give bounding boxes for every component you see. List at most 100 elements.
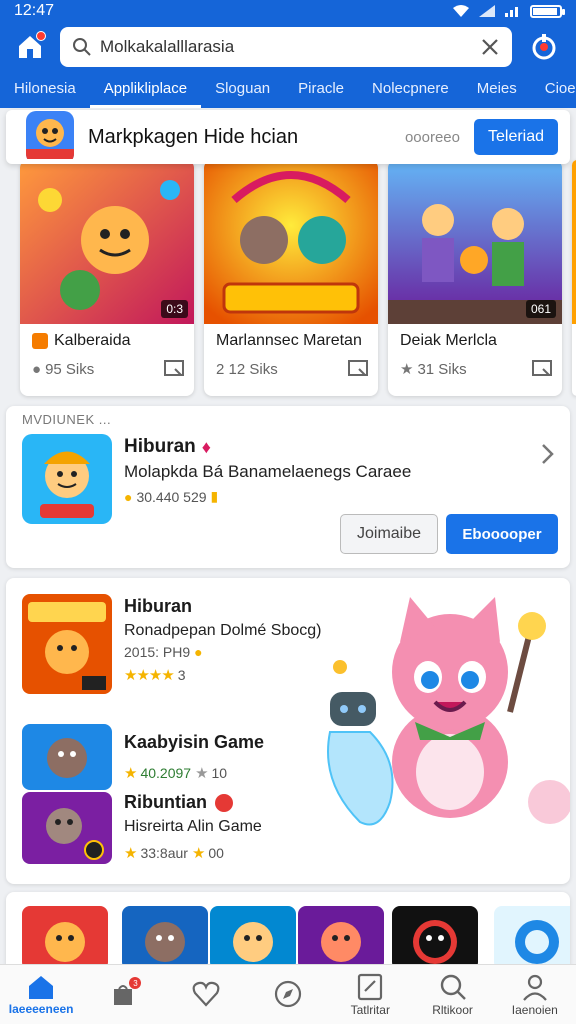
row-app-icon[interactable] bbox=[210, 906, 296, 970]
card-name: Deiak Merlcla bbox=[400, 332, 497, 349]
card-stats: ★ 31 Siks bbox=[388, 350, 562, 378]
card-name: Marlannsec Maretan bbox=[216, 332, 362, 349]
list-item-rating-row: ★ 33:8aur ★ 00 bbox=[124, 844, 224, 862]
nav-search[interactable]: Rltikoor bbox=[411, 965, 493, 1024]
list-item-rating: 10 bbox=[211, 765, 228, 781]
card-corner-badge: 0:3 bbox=[161, 300, 188, 318]
list-item-icon[interactable] bbox=[22, 594, 112, 699]
heart-icon bbox=[192, 981, 220, 1007]
nav-home[interactable]: Iaeeeeneen bbox=[0, 965, 82, 1024]
row-app-icon[interactable] bbox=[122, 906, 208, 970]
nav-label: Rltikoor bbox=[432, 1002, 473, 1017]
card-stat: 2 12 Siks bbox=[216, 360, 278, 378]
banner-title: Markpkagen Hide hcian bbox=[88, 125, 299, 148]
featured-count: 30.440 529 bbox=[136, 488, 207, 505]
list-item-rating-row: ★★★★ 3 bbox=[124, 666, 186, 684]
card-stat: 95 Siks bbox=[45, 360, 95, 378]
list-item-meta: 40.2097 bbox=[140, 765, 192, 781]
tab-3[interactable]: Piracle bbox=[284, 72, 358, 108]
star-icon: ★ bbox=[124, 845, 137, 862]
status-icons bbox=[452, 4, 565, 18]
mascot-illustration bbox=[320, 592, 570, 837]
leaf-icon: ● bbox=[32, 360, 42, 378]
game-card-peek[interactable] bbox=[572, 160, 576, 396]
nav-favorites[interactable] bbox=[165, 965, 247, 1024]
game-card[interactable]: Marlannsec Maretan 2 12 Siks bbox=[204, 160, 378, 396]
tab-0[interactable]: Hilonesia bbox=[0, 72, 90, 108]
bottom-navigation: Iaeeeeneen 3 Tatlritar Rltikoor Iaenoien bbox=[0, 964, 576, 1024]
game-card[interactable]: 0:3 Kalberaida ● 95 Siks bbox=[20, 160, 194, 396]
list-item-icon[interactable] bbox=[22, 724, 112, 795]
featured-carousel: 0:3 Kalberaida ● 95 Siks Marlannsec Maret… bbox=[0, 160, 576, 398]
section-label: MVDIUNEK ... bbox=[22, 412, 112, 427]
list-item-rating-row: ★ 40.2097 ★ 10 bbox=[124, 764, 227, 782]
edit-icon bbox=[358, 973, 383, 1000]
row-app-icon[interactable] bbox=[22, 906, 108, 970]
tab-6[interactable]: Cioer bbox=[531, 72, 576, 108]
tab-4[interactable]: Nolecpnere bbox=[358, 72, 463, 108]
list-item-meta: 33:8aur bbox=[140, 845, 188, 861]
list-item-rating: 3 bbox=[177, 667, 186, 683]
tab-1[interactable]: Applikliplace bbox=[89, 72, 202, 108]
app-list-section: Hiburan Ronadpepan Dolmé Sbocg) 2015: PH… bbox=[6, 578, 570, 884]
list-item-title-row: Hiburan bbox=[124, 596, 192, 617]
game-card[interactable]: 061 Deiak Merlcla ★ 31 Siks bbox=[388, 160, 562, 396]
bookmark-icon[interactable] bbox=[348, 360, 368, 378]
notification-dot bbox=[36, 31, 46, 41]
primary-action-button[interactable]: Ebooooper bbox=[446, 514, 558, 554]
list-item-meta: 2015: PH9 bbox=[124, 644, 191, 660]
coin-icon: ● bbox=[194, 644, 203, 660]
clear-icon[interactable] bbox=[480, 37, 500, 57]
card-name-row: Deiak Merlcla bbox=[388, 324, 562, 350]
nav-edit[interactable]: Tatlritar bbox=[329, 965, 411, 1024]
app-banner[interactable]: Markpkagen Hide hcian oooreeo Teleriad bbox=[6, 110, 570, 164]
row-app-icon[interactable] bbox=[298, 906, 384, 970]
list-item-icon[interactable] bbox=[22, 792, 112, 869]
list-item-title: Hiburan bbox=[124, 596, 193, 616]
wifi-icon bbox=[453, 5, 469, 17]
list-item-subtitle: Hisreirta Alin Game bbox=[124, 818, 262, 835]
status-time: 12:47 bbox=[14, 2, 55, 19]
card-stat: 31 Siks bbox=[417, 360, 467, 378]
list-item-subtitle: Ronadpepan Dolmé Sbocg) bbox=[124, 622, 322, 639]
list-item-title-row: Ribuntian bbox=[124, 792, 233, 813]
featured-app-icon[interactable] bbox=[22, 434, 112, 529]
search-bar[interactable] bbox=[60, 27, 512, 67]
secondary-action-button[interactable]: Joimaibe bbox=[340, 514, 438, 554]
bookmark-icon[interactable] bbox=[532, 360, 552, 378]
star-icon: ★ bbox=[124, 765, 137, 782]
row-app-icon[interactable] bbox=[494, 906, 570, 970]
list-item-title-row: Kaabyisin Game bbox=[124, 732, 264, 753]
featured-count-row: ● 30.440 529 ▮ bbox=[124, 488, 218, 505]
home-icon bbox=[29, 975, 54, 999]
game-thumbnail: 061 bbox=[388, 160, 562, 324]
chevron-right-icon[interactable] bbox=[540, 442, 556, 466]
home-button[interactable] bbox=[12, 29, 48, 65]
featured-subtitle: Molapkda Bá Banamelaenegs Caraee bbox=[124, 462, 412, 481]
app-icon-row bbox=[6, 892, 570, 972]
nav-explore[interactable] bbox=[247, 965, 329, 1024]
coin-icon: ● bbox=[124, 488, 133, 505]
search-input[interactable] bbox=[100, 37, 472, 57]
list-item-title: Kaabyisin Game bbox=[124, 732, 265, 752]
banner-install-button[interactable]: Teleriad bbox=[474, 119, 558, 155]
nav-profile[interactable]: Iaenoien bbox=[494, 965, 576, 1024]
star-icon: ★ bbox=[400, 361, 414, 378]
account-button[interactable] bbox=[524, 27, 564, 67]
tab-2[interactable]: Sloguan bbox=[201, 72, 284, 108]
banner-app-icon bbox=[26, 110, 74, 164]
category-tabs: Hilonesia Applikliplace Sloguan Piracle … bbox=[0, 72, 576, 108]
tag-icon bbox=[32, 333, 48, 349]
nav-library[interactable]: 3 bbox=[82, 965, 164, 1024]
bookmark-icon[interactable] bbox=[164, 360, 184, 378]
signal-icon bbox=[479, 5, 495, 17]
star-rating: ★ bbox=[195, 765, 208, 782]
compass-icon bbox=[274, 980, 302, 1007]
status-bar: 12:47 bbox=[0, 0, 576, 22]
row-app-icon[interactable] bbox=[392, 906, 478, 970]
tab-5[interactable]: Meies bbox=[463, 72, 531, 108]
account-icon bbox=[532, 34, 556, 60]
card-corner-badge: 061 bbox=[525, 300, 556, 318]
nav-label: Iaeeeeneen bbox=[8, 1001, 74, 1016]
card-name-row: Kalberaida bbox=[20, 324, 194, 350]
